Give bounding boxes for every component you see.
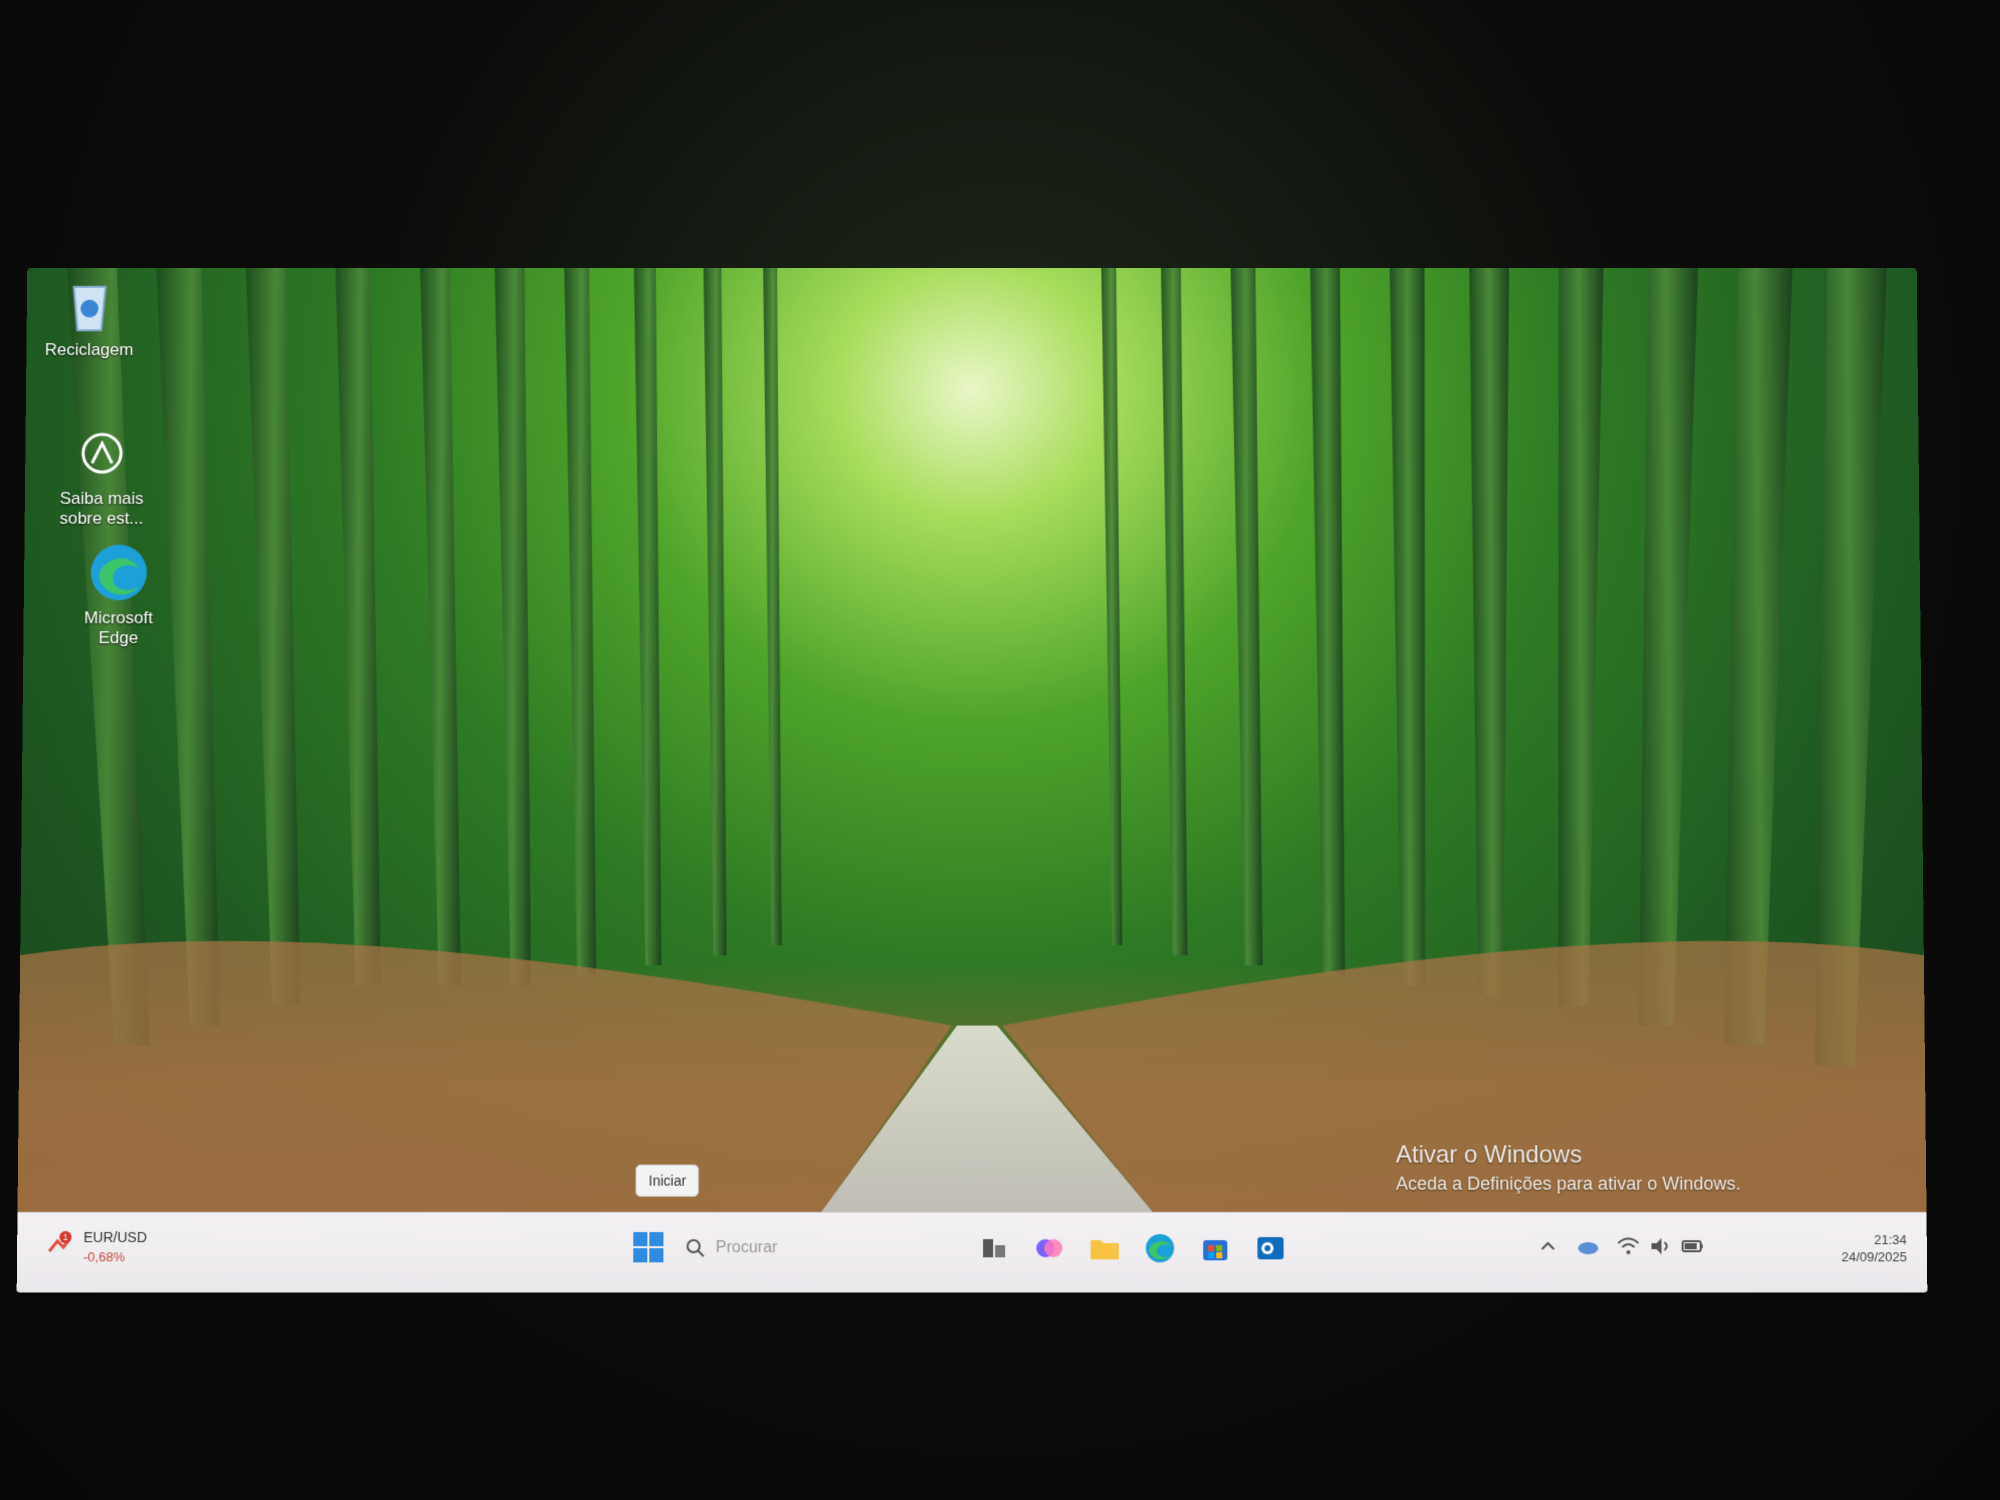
task-view-icon[interactable] bbox=[977, 1231, 1011, 1265]
file-explorer-icon[interactable] bbox=[1088, 1231, 1122, 1265]
edge-icon[interactable] bbox=[1143, 1231, 1177, 1265]
clock-date: 24/09/2025 bbox=[1841, 1249, 1907, 1265]
learn-more-icon bbox=[70, 422, 134, 486]
activation-subtitle: Aceda a Definições para ativar o Windows… bbox=[1395, 1173, 1741, 1194]
desktop-icon-label: Saiba mais sobre est... bbox=[59, 489, 144, 528]
widget-value: -0,68% bbox=[83, 1249, 125, 1265]
widget-badge-icon: 1 bbox=[45, 1231, 73, 1259]
activation-watermark: Ativar o Windows Aceda a Definições para… bbox=[1396, 1141, 1741, 1194]
desktop-icon-recycle-bin[interactable]: Reciclagem bbox=[34, 273, 144, 360]
desktop-icon-label: Microsoft Edge bbox=[83, 608, 153, 648]
copilot-icon[interactable] bbox=[1032, 1231, 1066, 1265]
desktop-icon-label: Reciclagem bbox=[44, 340, 134, 360]
widget-badge-count: 1 bbox=[63, 1232, 68, 1242]
battery-icon[interactable] bbox=[1679, 1233, 1705, 1259]
recycle-bin-icon bbox=[57, 273, 121, 336]
wifi-icon[interactable] bbox=[1615, 1233, 1641, 1259]
desktop-screen: Reciclagem Saiba mais sobre est... Micro… bbox=[16, 268, 1928, 1293]
activation-title: Ativar o Windows bbox=[1395, 1141, 1582, 1169]
search-input[interactable]: Procurar bbox=[685, 1231, 936, 1265]
windows-logo-icon bbox=[633, 1232, 664, 1263]
bamboo-wallpaper bbox=[16, 268, 1928, 1293]
widget-title: EUR/USD bbox=[83, 1229, 147, 1246]
desktop-icon-edge[interactable]: Microsoft Edge bbox=[63, 541, 174, 649]
system-clock[interactable]: 21:34 24/09/2025 bbox=[1841, 1231, 1907, 1265]
start-tooltip: Iniciar bbox=[635, 1164, 700, 1197]
outlook-icon[interactable] bbox=[1253, 1231, 1287, 1265]
volume-icon[interactable] bbox=[1647, 1233, 1673, 1259]
bamboo-illustration bbox=[17, 268, 1927, 1212]
taskbar: 1 EUR/USD -0,68% Procurar 21:34 24/09/20… bbox=[16, 1211, 1928, 1293]
widgets-button[interactable]: 1 EUR/USD -0,68% bbox=[45, 1223, 186, 1267]
search-placeholder: Procurar bbox=[715, 1239, 778, 1257]
onedrive-icon[interactable] bbox=[1575, 1233, 1601, 1259]
store-icon[interactable] bbox=[1198, 1231, 1232, 1265]
chevron-up-icon[interactable] bbox=[1535, 1233, 1561, 1259]
search-icon bbox=[686, 1238, 706, 1258]
start-button[interactable] bbox=[632, 1231, 664, 1263]
edge-icon bbox=[87, 541, 151, 605]
desktop-icon-learn-more[interactable]: Saiba mais sobre est... bbox=[47, 422, 158, 529]
clock-time: 21:34 bbox=[1873, 1232, 1907, 1248]
